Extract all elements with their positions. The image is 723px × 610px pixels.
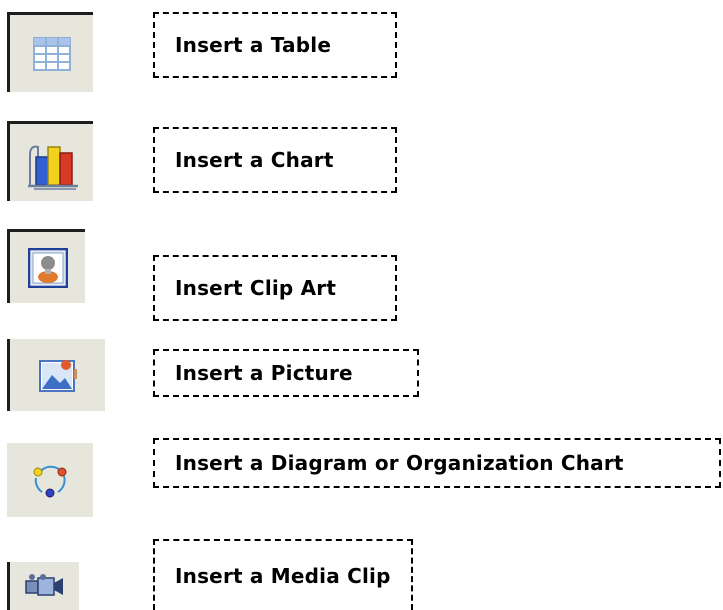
insert-picture-label-box: Insert a Picture	[153, 349, 419, 397]
insert-table-button[interactable]	[7, 12, 93, 92]
table-icon	[32, 36, 71, 71]
insert-picture-label: Insert a Picture	[175, 361, 353, 385]
insert-picture-button[interactable]	[7, 339, 105, 411]
insert-diagram-button[interactable]	[7, 443, 93, 517]
chart-icon	[27, 145, 78, 190]
insert-media-clip-label: Insert a Media Clip	[175, 563, 391, 588]
insert-chart-button[interactable]	[7, 121, 93, 201]
insert-chart-label-box: Insert a Chart	[153, 127, 397, 193]
insert-diagram-label-box: Insert a Diagram or Organization Chart	[153, 438, 721, 488]
insert-chart-label: Insert a Chart	[175, 148, 334, 172]
insert-media-clip-label-box: Insert a Media Clip	[153, 539, 413, 610]
insert-clip-art-label-box: Insert Clip Art	[153, 255, 397, 321]
diagram-icon	[33, 465, 67, 498]
clip-art-icon	[27, 247, 68, 288]
media-clip-icon	[24, 574, 63, 596]
insert-clip-art-label: Insert Clip Art	[175, 276, 337, 300]
picture-icon	[38, 360, 77, 392]
insert-media-clip-button[interactable]	[7, 562, 79, 610]
insert-table-label-box: Insert a Table	[153, 12, 397, 78]
insert-clip-art-button[interactable]	[7, 229, 85, 303]
insert-table-label: Insert a Table	[175, 33, 332, 57]
insert-diagram-label: Insert a Diagram or Organization Chart	[175, 451, 624, 475]
